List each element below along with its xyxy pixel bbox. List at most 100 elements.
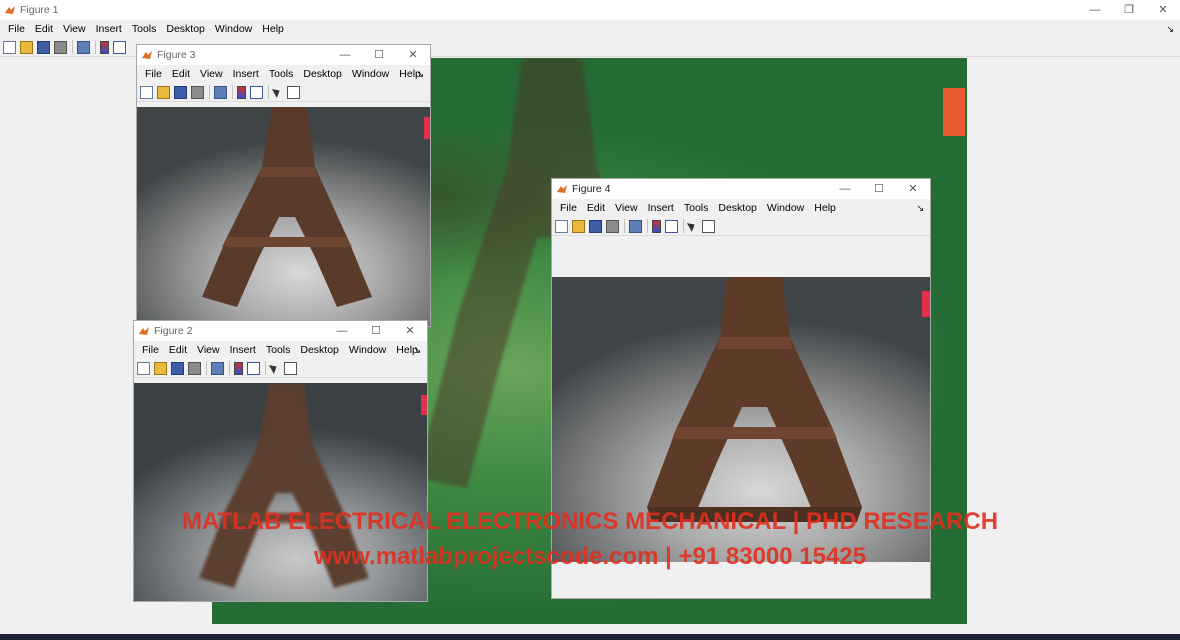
figure-4-toolbar (552, 217, 930, 236)
close-icon[interactable]: ✕ (393, 321, 427, 341)
watermark-line-2: www.matlabprojectscode.com | +91 83000 1… (313, 543, 867, 570)
menu-window[interactable]: Window (210, 20, 257, 38)
property-inspector-icon[interactable] (702, 219, 715, 233)
figure-3-toolbar (137, 83, 430, 102)
menu-tools[interactable]: Tools (679, 199, 714, 217)
menu-window[interactable]: Window (347, 65, 394, 83)
colorbar-icon[interactable] (237, 85, 246, 99)
link-plot-icon[interactable] (211, 361, 224, 375)
toolbar-separator (95, 40, 96, 54)
print-icon[interactable] (606, 219, 619, 233)
menu-desktop[interactable]: Desktop (713, 199, 762, 217)
close-icon[interactable]: ✕ (396, 45, 430, 65)
property-inspector-icon[interactable] (284, 361, 297, 375)
toolbar-separator (209, 85, 210, 99)
menu-view[interactable]: View (195, 65, 228, 83)
dock-arrow-icon[interactable]: ↘ (413, 341, 421, 359)
save-icon[interactable] (37, 40, 50, 54)
figure-4-title: Figure 4 (572, 183, 611, 195)
menu-insert[interactable]: Insert (225, 341, 261, 359)
pointer-icon[interactable] (270, 362, 280, 375)
toolbar-separator (232, 85, 233, 99)
menu-tools[interactable]: Tools (264, 65, 299, 83)
new-figure-icon[interactable] (137, 361, 150, 375)
legend-icon[interactable] (247, 361, 260, 375)
menu-edit[interactable]: Edit (164, 341, 192, 359)
new-figure-icon[interactable] (3, 40, 16, 54)
dock-arrow-icon[interactable]: ↘ (916, 199, 924, 217)
menu-help[interactable]: Help (257, 20, 289, 38)
menu-edit[interactable]: Edit (582, 199, 610, 217)
toolbar-separator (647, 219, 648, 233)
figure-1-title: Figure 1 (20, 4, 59, 16)
matlab-logo-icon (5, 6, 15, 14)
menu-tools[interactable]: Tools (127, 20, 162, 38)
menu-desktop[interactable]: Desktop (295, 341, 344, 359)
figure-1-titlebar[interactable]: Figure 1 — ❐ ✕ (0, 0, 1180, 20)
menu-edit[interactable]: Edit (30, 20, 58, 38)
matlab-logo-icon (557, 185, 567, 193)
link-plot-icon[interactable] (77, 40, 90, 54)
link-plot-icon[interactable] (629, 219, 642, 233)
restore-icon[interactable]: ❐ (1112, 0, 1146, 20)
figure-2-titlebar[interactable]: Figure 2 — ☐ ✕ (134, 321, 427, 341)
menu-view[interactable]: View (192, 341, 225, 359)
save-icon[interactable] (589, 219, 602, 233)
menu-desktop[interactable]: Desktop (161, 20, 210, 38)
close-icon[interactable]: ✕ (896, 179, 930, 199)
dock-arrow-icon[interactable]: ↘ (416, 65, 424, 83)
pointer-icon[interactable] (273, 86, 283, 99)
maximize-icon[interactable]: ☐ (362, 45, 396, 65)
maximize-icon[interactable]: ☐ (359, 321, 393, 341)
print-icon[interactable] (54, 40, 67, 54)
minimize-icon[interactable]: — (1078, 0, 1112, 20)
legend-icon[interactable] (250, 85, 263, 99)
colorbar-icon[interactable] (100, 40, 109, 54)
minimize-icon[interactable]: — (828, 179, 862, 199)
new-figure-icon[interactable] (140, 85, 153, 99)
link-plot-icon[interactable] (214, 85, 227, 99)
menu-tools[interactable]: Tools (261, 341, 296, 359)
menu-view[interactable]: View (58, 20, 91, 38)
figure-3-menubar: File Edit View Insert Tools Desktop Wind… (137, 65, 430, 83)
menu-view[interactable]: View (610, 199, 643, 217)
legend-icon[interactable] (113, 40, 126, 54)
menu-insert[interactable]: Insert (643, 199, 679, 217)
print-icon[interactable] (191, 85, 204, 99)
menu-window[interactable]: Window (762, 199, 809, 217)
menu-window[interactable]: Window (344, 341, 391, 359)
menu-file[interactable]: File (140, 65, 167, 83)
menu-insert[interactable]: Insert (91, 20, 127, 38)
menu-file[interactable]: File (3, 20, 30, 38)
colorbar-icon[interactable] (234, 361, 243, 375)
save-icon[interactable] (171, 361, 184, 375)
close-icon[interactable]: ✕ (1146, 0, 1180, 20)
open-file-icon[interactable] (20, 40, 33, 54)
property-inspector-icon[interactable] (287, 85, 300, 99)
open-file-icon[interactable] (154, 361, 167, 375)
menu-edit[interactable]: Edit (167, 65, 195, 83)
figure-3-title: Figure 3 (157, 49, 196, 61)
open-file-icon[interactable] (157, 85, 170, 99)
print-icon[interactable] (188, 361, 201, 375)
menu-desktop[interactable]: Desktop (298, 65, 347, 83)
pointer-icon[interactable] (688, 220, 698, 233)
toolbar-separator (268, 85, 269, 99)
new-figure-icon[interactable] (555, 219, 568, 233)
figure-4-menubar: File Edit View Insert Tools Desktop Wind… (552, 199, 930, 217)
menu-help[interactable]: Help (809, 199, 841, 217)
legend-icon[interactable] (665, 219, 678, 233)
colorbar-icon[interactable] (652, 219, 661, 233)
dock-arrow-icon[interactable]: ↘ (1166, 20, 1174, 38)
menu-file[interactable]: File (137, 341, 164, 359)
save-icon[interactable] (174, 85, 187, 99)
open-file-icon[interactable] (572, 219, 585, 233)
figure-3-titlebar[interactable]: Figure 3 — ☐ ✕ (137, 45, 430, 65)
minimize-icon[interactable]: — (328, 45, 362, 65)
menu-file[interactable]: File (555, 199, 582, 217)
figure-4-titlebar[interactable]: Figure 4 — ☐ ✕ (552, 179, 930, 199)
maximize-icon[interactable]: ☐ (862, 179, 896, 199)
menu-insert[interactable]: Insert (228, 65, 264, 83)
logo-red-badge (922, 291, 930, 317)
minimize-icon[interactable]: — (325, 321, 359, 341)
